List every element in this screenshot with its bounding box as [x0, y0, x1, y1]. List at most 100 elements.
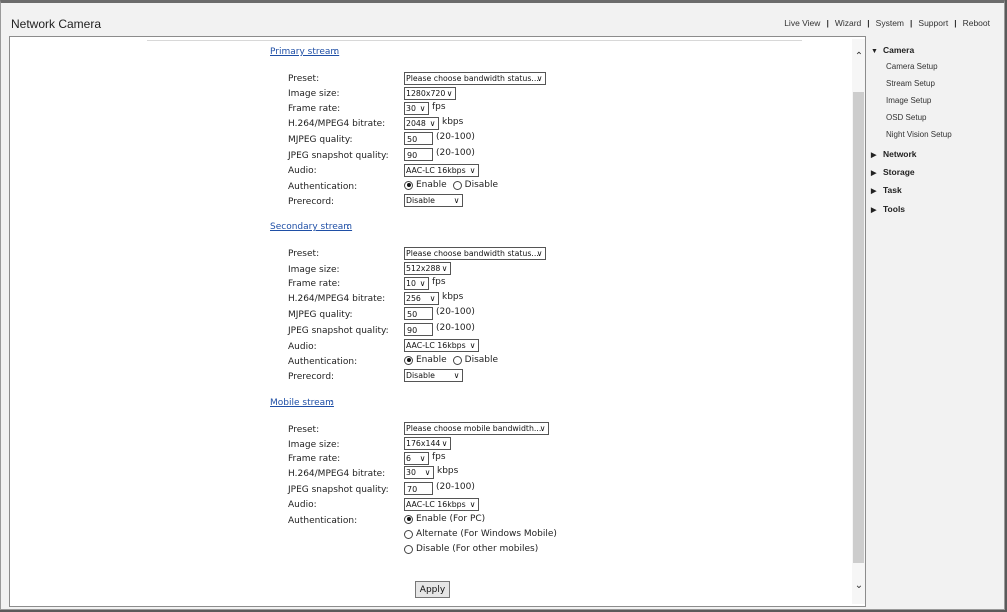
- bitrate-label: H.264/MPEG4 bitrate:: [288, 469, 386, 479]
- primary-frame-rate-select[interactable]: 30 ∨: [404, 102, 429, 115]
- secondary-bitrate-select[interactable]: 256 ∨: [404, 292, 439, 305]
- heading-colon: :: [334, 47, 338, 57]
- triangle-down-icon: ▼: [871, 48, 878, 55]
- scrollbar[interactable]: ⌃ ⌄: [852, 39, 865, 604]
- preset-label: Preset:: [288, 425, 320, 435]
- chevron-down-icon: ∨: [453, 371, 460, 380]
- nav-live-view[interactable]: Live View: [784, 18, 820, 28]
- sidebar-section-network[interactable]: ▶ Network: [871, 149, 917, 159]
- scrollbar-thumb[interactable]: [853, 92, 864, 563]
- mobile-auth-disable-radio[interactable]: [404, 544, 413, 554]
- frame-rate-label: Frame rate:: [288, 454, 341, 464]
- primary-bitrate-select[interactable]: 2048 ∨: [404, 117, 439, 130]
- audio-label: Audio:: [288, 342, 317, 352]
- chevron-up-icon[interactable]: ⌃: [852, 51, 865, 63]
- mobile-audio-select[interactable]: AAC-LC 16kbps ∨: [404, 498, 479, 511]
- chevron-down-icon: ∨: [536, 74, 543, 83]
- app-title: Network Camera: [11, 17, 102, 31]
- primary-image-size-select[interactable]: 1280x720 ∨: [404, 87, 456, 100]
- secondary-image-size-select[interactable]: 512x288 ∨: [404, 262, 451, 275]
- nav-system[interactable]: System: [876, 18, 904, 28]
- bitrate-label: H.264/MPEG4 bitrate:: [288, 294, 386, 304]
- image-size-label: Image size:: [288, 89, 340, 99]
- secondary-preset-select[interactable]: Please choose bandwidth status... ∨: [404, 247, 546, 260]
- jpeg-quality-label: JPEG snapshot quality:: [288, 485, 389, 495]
- secondary-auth-enable-radio[interactable]: [404, 355, 413, 365]
- chevron-down-icon: ∨: [441, 439, 448, 448]
- authentication-label: Authentication:: [288, 182, 358, 192]
- audio-label: Audio:: [288, 500, 317, 510]
- primary-frame-rate: 30 ∨ fps: [404, 102, 446, 115]
- mobile-preset-select[interactable]: Please choose mobile bandwidth... ∨: [404, 422, 549, 435]
- sidebar-section-camera[interactable]: ▼ Camera: [871, 45, 914, 55]
- sidebar-item-image-setup[interactable]: Image Setup: [886, 96, 931, 105]
- nav-separator: |: [826, 18, 829, 28]
- primary-mjpeg-quality-input[interactable]: 50: [404, 132, 433, 145]
- mobile-stream-heading[interactable]: Mobile stream: [270, 398, 334, 408]
- chevron-down-icon: ∨: [424, 468, 431, 477]
- primary-auth-enable-radio[interactable]: [404, 180, 413, 190]
- mobile-auth-enable-radio[interactable]: [404, 514, 413, 524]
- sidebar-item-camera-setup[interactable]: Camera Setup: [886, 62, 938, 71]
- secondary-bitrate: 256 ∨ kbps: [404, 292, 464, 305]
- nav-reboot[interactable]: Reboot: [963, 18, 990, 28]
- nav-support[interactable]: Support: [918, 18, 948, 28]
- mobile-jpeg-quality-input[interactable]: 70: [404, 482, 433, 495]
- preset-label: Preset:: [288, 249, 320, 259]
- mobile-bitrate: 30 ∨ kbps: [404, 466, 459, 479]
- chevron-down-icon: ∨: [469, 500, 476, 509]
- primary-stream-heading[interactable]: Primary stream: [270, 47, 339, 57]
- mobile-auth-alternate-radio[interactable]: [404, 529, 413, 539]
- chevron-down-icon: ∨: [441, 264, 448, 273]
- secondary-jpeg-quality: 90 (20-100): [404, 323, 475, 336]
- secondary-stream-heading[interactable]: Secondary stream: [270, 222, 352, 232]
- secondary-frame-rate: 10 ∨ fps: [404, 277, 446, 290]
- mobile-bitrate-select[interactable]: 30 ∨: [404, 466, 434, 479]
- sidebar-item-stream-setup[interactable]: Stream Setup: [886, 79, 935, 88]
- secondary-jpeg-quality-input[interactable]: 90: [404, 323, 433, 336]
- secondary-frame-rate-select[interactable]: 10 ∨: [404, 277, 429, 290]
- nav-wizard[interactable]: Wizard: [835, 18, 861, 28]
- chevron-down-icon: ∨: [419, 454, 426, 463]
- primary-prerecord-select[interactable]: Disable ∨: [404, 194, 463, 207]
- nav-separator: |: [954, 18, 957, 28]
- primary-bitrate: 2048 ∨ kbps: [404, 117, 464, 130]
- chevron-down-icon: ∨: [419, 104, 426, 113]
- audio-label: Audio:: [288, 166, 317, 176]
- authentication-label: Authentication:: [288, 516, 358, 526]
- primary-authentication: Enable Disable: [404, 180, 504, 190]
- mobile-auth-option: Enable (For PC): [404, 514, 491, 524]
- apply-button[interactable]: Apply: [415, 581, 450, 598]
- image-size-label: Image size:: [288, 440, 340, 450]
- chevron-down-icon: ∨: [469, 166, 476, 175]
- chevron-down-icon[interactable]: ⌄: [852, 580, 865, 592]
- nav-separator: |: [867, 18, 870, 28]
- primary-audio-select[interactable]: AAC-LC 16kbps ∨: [404, 164, 479, 177]
- sidebar-item-osd-setup[interactable]: OSD Setup: [886, 113, 926, 122]
- mobile-frame-rate-select[interactable]: 6 ∨: [404, 452, 429, 465]
- divider: [147, 40, 802, 41]
- sidebar-section-tools[interactable]: ▶ Tools: [871, 204, 905, 214]
- sidebar-section-storage[interactable]: ▶ Storage: [871, 167, 915, 177]
- mobile-image-size-select[interactable]: 176x144 ∨: [404, 437, 451, 450]
- secondary-auth-disable-radio[interactable]: [452, 355, 462, 365]
- chevron-down-icon: ∨: [446, 89, 453, 98]
- mobile-auth-option: Disable (For other mobiles): [404, 544, 544, 554]
- chevron-down-icon: ∨: [469, 341, 476, 350]
- frame-rate-label: Frame rate:: [288, 279, 341, 289]
- chevron-down-icon: ∨: [453, 196, 460, 205]
- secondary-mjpeg-quality-input[interactable]: 50: [404, 307, 433, 320]
- primary-preset-select[interactable]: Please choose bandwidth status... ∨: [404, 72, 546, 85]
- browser-window: Network Camera Live View | Wizard | System | S…: [0, 0, 1005, 610]
- nav-separator: |: [910, 18, 913, 28]
- sidebar-section-task[interactable]: ▶ Task: [871, 185, 902, 195]
- secondary-authentication: Enable Disable: [404, 355, 504, 365]
- jpeg-quality-label: JPEG snapshot quality:: [288, 151, 389, 161]
- primary-auth-disable-radio[interactable]: [452, 180, 462, 190]
- heading-colon: :: [347, 222, 351, 232]
- secondary-prerecord-select[interactable]: Disable ∨: [404, 369, 463, 382]
- sidebar-item-night-vision-setup[interactable]: Night Vision Setup: [886, 130, 952, 139]
- primary-jpeg-quality-input[interactable]: 90: [404, 148, 433, 161]
- secondary-audio-select[interactable]: AAC-LC 16kbps ∨: [404, 339, 479, 352]
- triangle-right-icon: ▶: [871, 207, 877, 214]
